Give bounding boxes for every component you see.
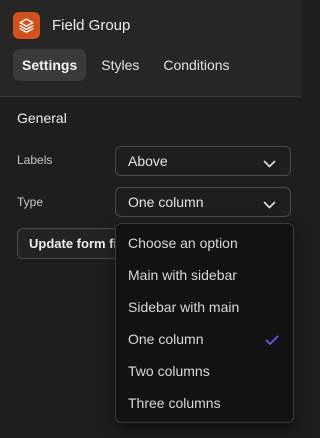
layers-icon: [13, 12, 40, 39]
type-option-label: Main with sidebar: [128, 267, 237, 283]
labels-select-value: Above: [128, 153, 168, 169]
type-option-label: Choose an option: [128, 235, 238, 251]
chevron-down-icon: [263, 156, 276, 172]
type-option-sidebar-with-main[interactable]: Sidebar with main: [116, 291, 293, 323]
type-option-label: Two columns: [128, 363, 210, 379]
section-title-general: General: [17, 110, 67, 126]
type-option-three-columns[interactable]: Three columns: [116, 387, 293, 419]
labels-field-label: Labels: [17, 153, 53, 167]
type-select[interactable]: One column: [115, 187, 291, 217]
chevron-down-icon: [263, 197, 276, 213]
type-option-label: One column: [128, 331, 204, 347]
type-option-label: Three columns: [128, 395, 221, 411]
tab-settings[interactable]: Settings: [13, 49, 87, 81]
type-option-label: Sidebar with main: [128, 299, 240, 315]
tab-bar: Settings Styles Conditions: [13, 49, 239, 81]
type-dropdown-menu: Choose an option Main with sidebar Sideb…: [115, 223, 294, 423]
type-option-one-column[interactable]: One column: [116, 323, 293, 355]
panel-header: Field Group Settings Styles Conditions: [0, 0, 301, 97]
type-option-two-columns[interactable]: Two columns: [116, 355, 293, 387]
labels-select[interactable]: Above: [115, 146, 291, 176]
tab-conditions[interactable]: Conditions: [154, 49, 238, 81]
panel-title: Field Group: [52, 17, 131, 34]
type-field-label: Type: [17, 195, 44, 209]
type-select-value: One column: [128, 194, 204, 210]
check-icon: [265, 333, 279, 349]
field-group-panel: Field Group Settings Styles Conditions G…: [0, 0, 301, 438]
type-option-main-with-sidebar[interactable]: Main with sidebar: [116, 259, 293, 291]
type-option-choose[interactable]: Choose an option: [116, 227, 293, 259]
tab-styles[interactable]: Styles: [92, 49, 148, 81]
